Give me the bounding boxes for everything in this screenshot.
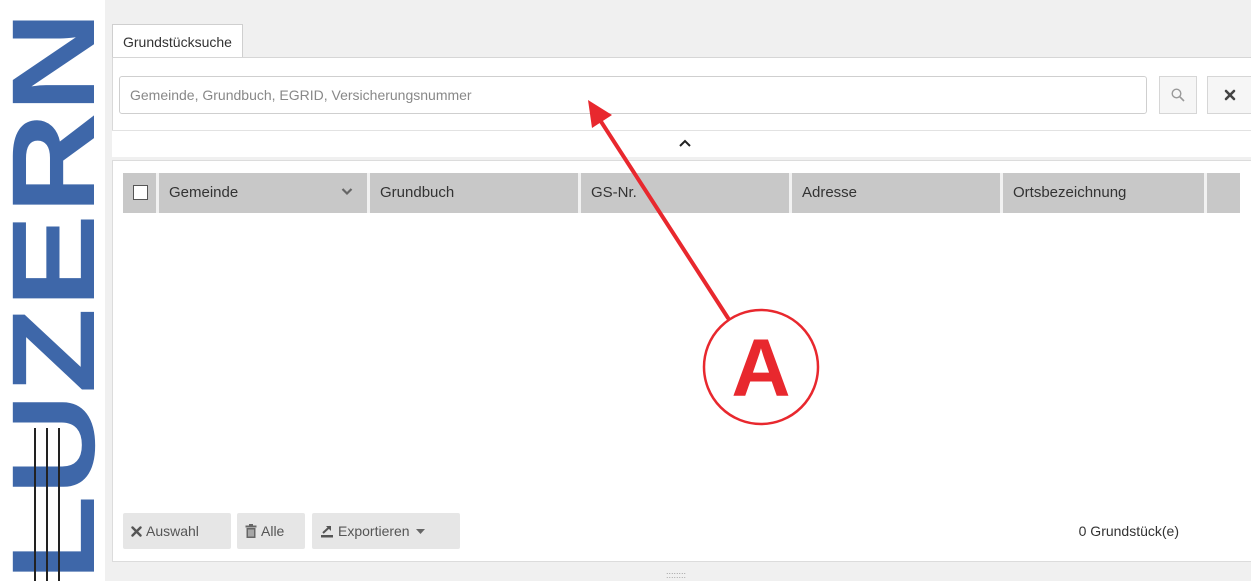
column-label: Adresse xyxy=(802,184,858,201)
grid-footer: Auswahl Alle Exportieren 0 Grundstück(e) xyxy=(123,511,1251,551)
select-all-cell xyxy=(123,173,159,213)
close-x-icon xyxy=(131,525,142,537)
magnifier-icon xyxy=(1171,88,1185,102)
column-header-grundbuch[interactable]: Grundbuch xyxy=(370,173,581,213)
resize-handle[interactable]: :::::::: xyxy=(666,570,686,580)
grid-header: Gemeinde Grundbuch GS-Nr. Adresse Ortsbe… xyxy=(123,173,1240,213)
luzern-logo: LUZERN xyxy=(0,0,105,581)
tab-grundstuecksuche[interactable]: Grundstücksuche xyxy=(112,24,243,58)
remove-all-label: Alle xyxy=(261,523,285,539)
search-area xyxy=(112,58,1251,130)
column-header-adresse[interactable]: Adresse xyxy=(792,173,1003,213)
remove-selection-button[interactable]: Auswahl xyxy=(123,513,231,549)
remove-selection-label: Auswahl xyxy=(146,523,199,539)
column-label: Gemeinde xyxy=(169,184,239,201)
clear-search-button[interactable] xyxy=(1207,76,1251,114)
export-dropdown-button[interactable]: Exportieren xyxy=(312,513,460,549)
trash-icon xyxy=(245,524,257,538)
close-x-icon xyxy=(1224,89,1236,101)
column-label: Grundbuch xyxy=(380,184,455,201)
search-input[interactable] xyxy=(119,76,1147,114)
search-button[interactable] xyxy=(1159,76,1197,114)
column-label: Ortsbezeichnung xyxy=(1013,184,1127,201)
chevron-up-icon xyxy=(679,139,691,147)
logo-vertical-lines xyxy=(34,428,74,581)
export-icon xyxy=(321,525,333,537)
column-header-gemeinde[interactable]: Gemeinde xyxy=(159,173,370,213)
result-count: 0 Grundstück(e) xyxy=(1078,523,1179,539)
results-grid: Gemeinde Grundbuch GS-Nr. Adresse Ortsbe… xyxy=(112,160,1251,562)
chevron-down-icon[interactable] xyxy=(341,187,353,196)
column-header-ortsbezeichnung[interactable]: Ortsbezeichnung xyxy=(1003,173,1207,213)
column-header-extra xyxy=(1207,173,1240,213)
column-header-gs-nr[interactable]: GS-Nr. xyxy=(581,173,792,213)
select-all-checkbox[interactable] xyxy=(133,185,148,200)
column-label: GS-Nr. xyxy=(591,184,637,201)
parcel-search-panel: Grundstücksuche Gemeinde, Grundbuch, EGR… xyxy=(112,10,1251,581)
export-label: Exportieren xyxy=(338,523,410,539)
caret-down-icon xyxy=(415,528,425,534)
collapse-search-toggle[interactable] xyxy=(112,130,1251,157)
remove-all-button[interactable]: Alle xyxy=(237,513,305,549)
